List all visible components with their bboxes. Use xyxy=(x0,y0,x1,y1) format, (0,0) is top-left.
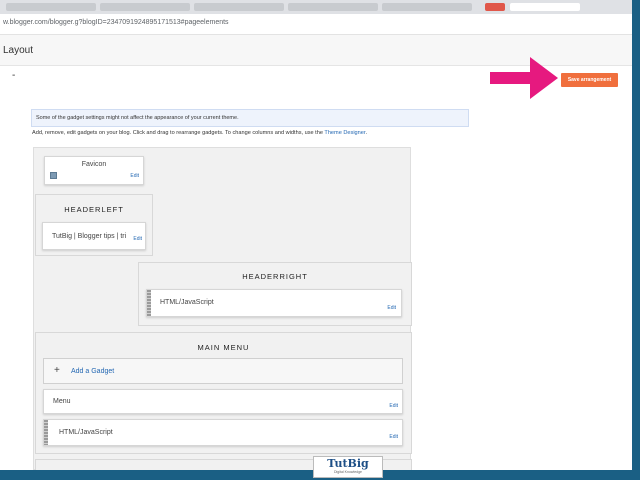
logo-text: TutBig xyxy=(327,457,369,470)
plus-icon: + xyxy=(54,365,60,376)
drag-handle[interactable] xyxy=(147,290,151,316)
section-headerright: HEADERRIGHT HTML/JavaScript Edit xyxy=(138,262,412,326)
browser-tab[interactable] xyxy=(100,3,190,11)
section-title: MAIN MENU xyxy=(197,343,250,352)
theme-notice: Some of the gadget settings might not af… xyxy=(31,109,469,127)
layout-canvas: Favicon Edit HEADERLEFT TutBig | Blogger… xyxy=(33,147,412,470)
headerleft-gadget[interactable]: TutBig | Blogger tips | tri Edit xyxy=(42,222,146,250)
add-gadget-label: Add a Gadget xyxy=(71,368,115,375)
browser-tab[interactable] xyxy=(382,3,472,11)
theme-designer-link[interactable]: Theme Designer xyxy=(324,130,365,136)
save-arrangement-button[interactable]: Save arrangement xyxy=(561,73,618,87)
headerright-gadget[interactable]: HTML/JavaScript Edit xyxy=(146,289,402,317)
browser-window: w.blogger.com/blogger.g?blogID=234709192… xyxy=(0,0,632,470)
edit-link[interactable]: Edit xyxy=(389,403,398,409)
edit-link[interactable]: Edit xyxy=(389,434,398,440)
browser-tab[interactable] xyxy=(194,3,284,11)
theme-notice-text: Some of the gadget settings might not af… xyxy=(36,115,239,121)
gadget-title: HTML/JavaScript xyxy=(59,429,113,436)
section-title: HEADERLEFT xyxy=(64,205,124,214)
browser-tab[interactable] xyxy=(288,3,378,11)
html-javascript-gadget[interactable]: HTML/JavaScript Edit xyxy=(43,419,403,446)
edit-link[interactable]: Edit xyxy=(130,173,139,179)
browser-tab-active[interactable] xyxy=(510,3,580,11)
logo-tagline: Digital Knowledge xyxy=(333,470,363,474)
address-bar[interactable]: w.blogger.com/blogger.g?blogID=234709192… xyxy=(0,14,632,35)
section-main-menu: MAIN MENU + Add a Gadget Menu Edit HTML/… xyxy=(35,332,412,454)
url-text[interactable]: w.blogger.com/blogger.g?blogID=234709192… xyxy=(3,19,229,26)
section-headerleft: HEADERLEFT TutBig | Blogger tips | tri E… xyxy=(35,194,153,256)
pointer-arrow-icon xyxy=(490,57,558,99)
tab-strip xyxy=(0,0,632,14)
instructions-text: Add, remove, edit gadgets on your blog. … xyxy=(32,130,325,136)
edit-link[interactable]: Edit xyxy=(387,305,396,311)
add-gadget-button[interactable]: + Add a Gadget xyxy=(43,358,403,384)
browser-tab-active-indicator[interactable] xyxy=(485,3,505,11)
browser-tab[interactable] xyxy=(6,3,96,11)
drag-handle[interactable] xyxy=(44,420,48,445)
menu-gadget[interactable]: Menu Edit xyxy=(43,389,403,414)
gadget-title: HTML/JavaScript xyxy=(160,299,214,306)
section-title: HEADERRIGHT xyxy=(242,272,308,281)
gadget-title: TutBig | Blogger tips | tri xyxy=(52,233,127,240)
page-title: Layout xyxy=(3,45,34,56)
blog-selector[interactable]: - xyxy=(12,70,15,81)
favicon-image-icon xyxy=(50,172,57,179)
gadget-title: Menu xyxy=(53,398,71,405)
tutbig-logo: TutBig Digital Knowledge xyxy=(313,456,383,478)
instructions-suffix: . xyxy=(365,130,368,136)
edit-link[interactable]: Edit xyxy=(133,236,142,242)
gadget-title: Favicon xyxy=(81,161,107,168)
layout-instructions: Add, remove, edit gadgets on your blog. … xyxy=(32,130,367,136)
favicon-gadget[interactable]: Favicon Edit xyxy=(44,156,144,185)
